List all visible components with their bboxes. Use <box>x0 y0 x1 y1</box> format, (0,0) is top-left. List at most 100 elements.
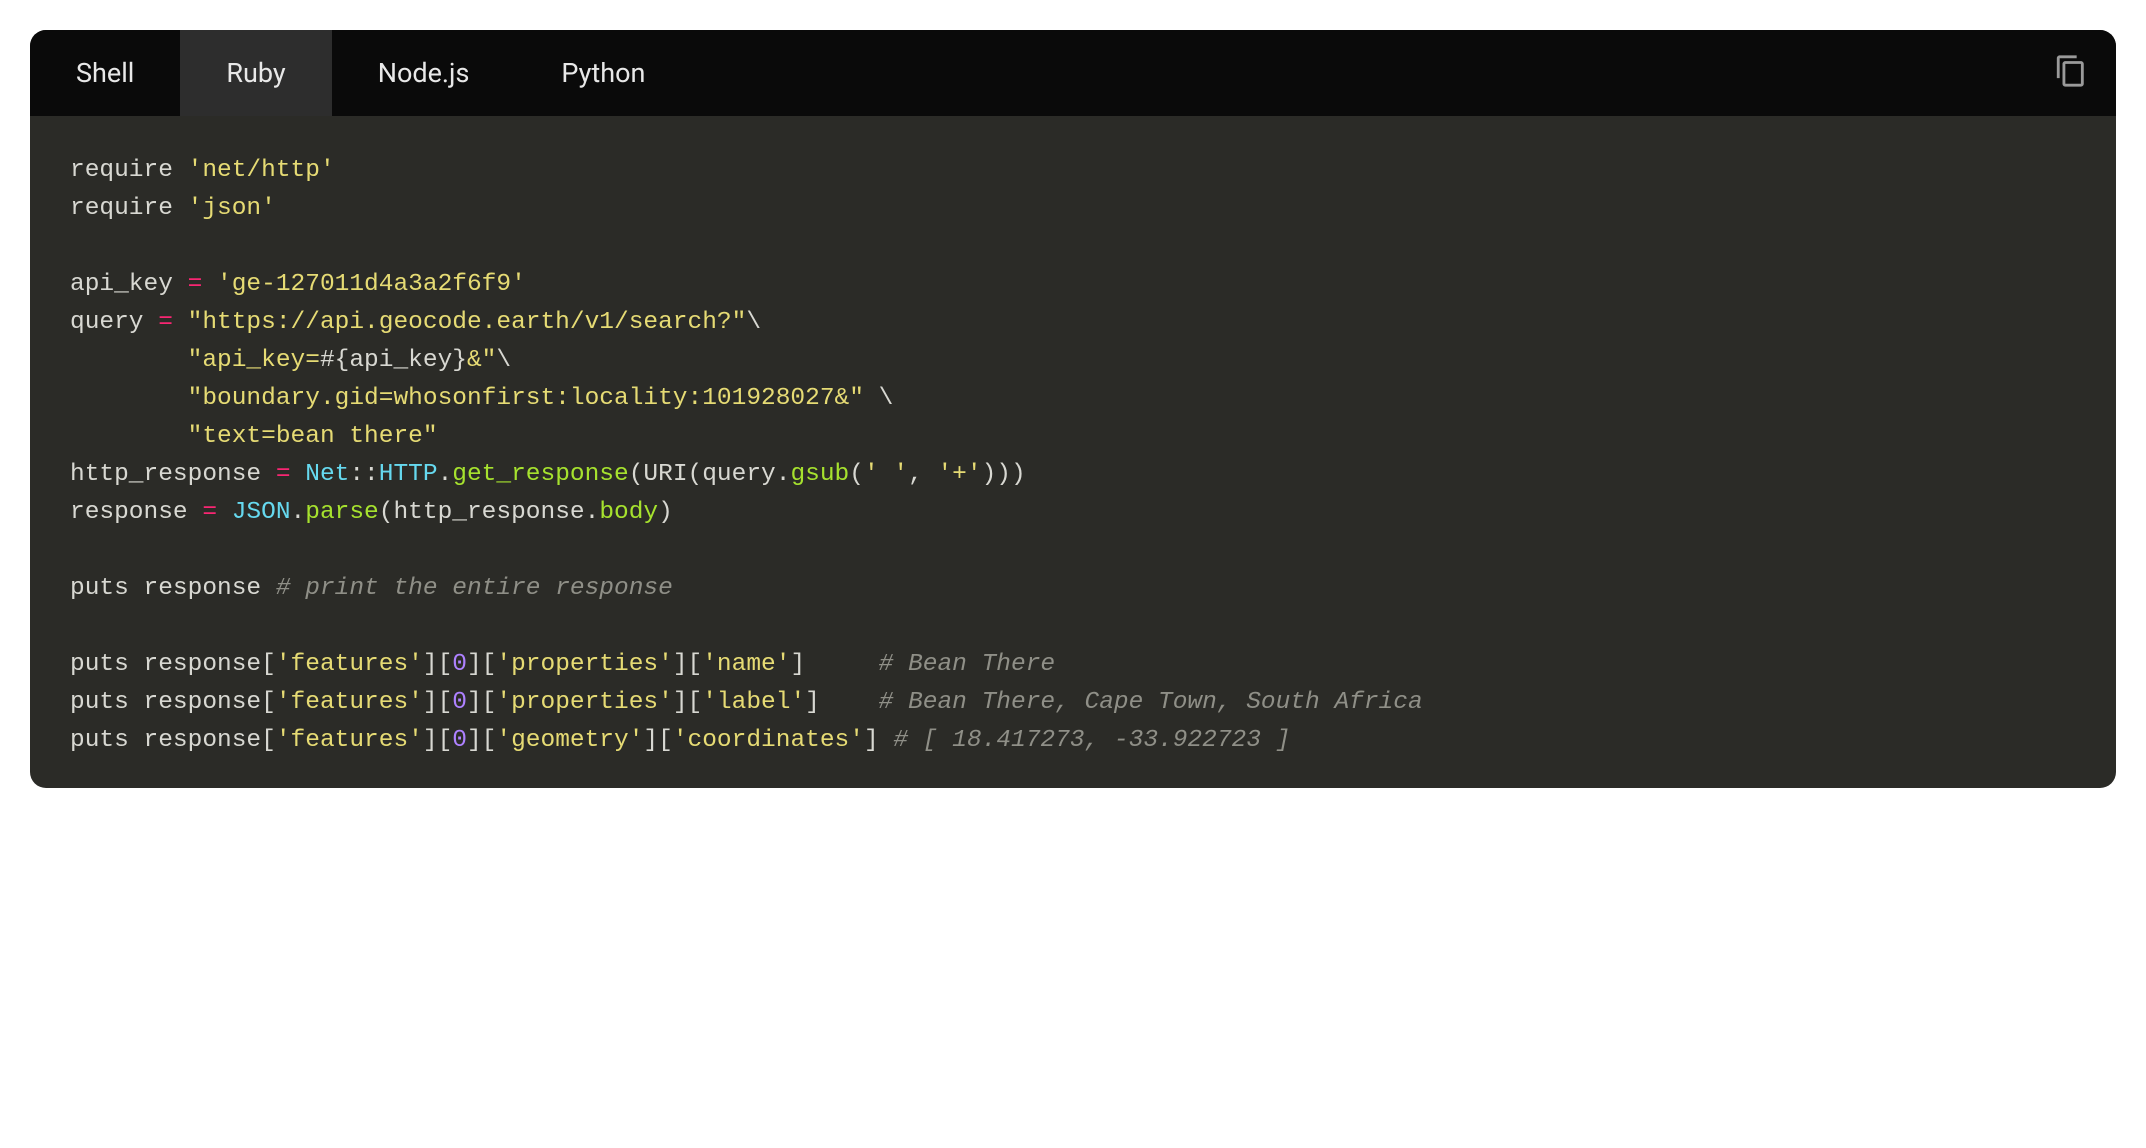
code-token: #{api_key} <box>320 347 467 374</box>
code-token: ][ <box>423 689 452 716</box>
code-token: puts response <box>70 575 276 602</box>
code-token: . <box>291 499 306 526</box>
code-token: 'features' <box>276 689 423 716</box>
code-line: require 'net/http' <box>70 157 335 184</box>
tab-label: Python <box>561 57 645 89</box>
code-token: ][ <box>423 651 452 678</box>
code-token: ][ <box>467 727 496 754</box>
code-line: "boundary.gid=whosonfirst:locality:10192… <box>70 385 893 412</box>
code-token: JSON <box>232 499 291 526</box>
code-line: "api_key=#{api_key}&"\ <box>70 347 511 374</box>
code-token: require <box>70 195 188 222</box>
code-token: query <box>70 309 158 336</box>
code-token: "boundary.gid=whosonfirst:locality:10192… <box>188 385 864 412</box>
code-token: :: <box>349 461 378 488</box>
code-token: parse <box>305 499 379 526</box>
code-line: require 'json' <box>70 195 276 222</box>
tab-label: Ruby <box>226 57 285 89</box>
code-token: '+' <box>937 461 981 488</box>
code-token: 'label' <box>702 689 805 716</box>
code-token: = <box>158 309 173 336</box>
code-area[interactable]: require 'net/http' require 'json' api_ke… <box>30 116 2116 788</box>
code-token: ][ <box>467 689 496 716</box>
code-token: get_response <box>452 461 628 488</box>
code-line: query = "https://api.geocode.earth/v1/se… <box>70 309 761 336</box>
code-token: 0 <box>452 689 467 716</box>
code-token: # print the entire response <box>276 575 673 602</box>
code-token: # Bean There <box>879 651 1055 678</box>
code-token: gsub <box>790 461 849 488</box>
code-token <box>70 385 188 412</box>
tab-shell[interactable]: Shell <box>30 30 180 116</box>
code-token: "api_key= <box>188 347 320 374</box>
code-token <box>70 423 188 450</box>
code-token: ] <box>864 727 893 754</box>
code-line: puts response # print the entire respons… <box>70 575 673 602</box>
code-token: puts response[ <box>70 689 276 716</box>
code-token: response <box>70 499 202 526</box>
code-token: ] <box>790 651 878 678</box>
code-token: puts response[ <box>70 727 276 754</box>
code-token: ][ <box>423 727 452 754</box>
tab-bar: Shell Ruby Node.js Python <box>30 30 2116 116</box>
code-line: puts response['features'][0]['properties… <box>70 651 1055 678</box>
code-token: (URI(query. <box>629 461 791 488</box>
code-token: ][ <box>467 651 496 678</box>
code-token: "https://api.geocode.earth/v1/search?" <box>188 309 747 336</box>
code-token <box>291 461 306 488</box>
code-token: http_response <box>70 461 276 488</box>
copy-button[interactable] <box>2054 54 2088 92</box>
tab-python[interactable]: Python <box>515 30 691 116</box>
code-block: Shell Ruby Node.js Python require 'net/h… <box>30 30 2116 788</box>
code-token: ][ <box>643 727 672 754</box>
code-token: require <box>70 157 188 184</box>
tab-label: Node.js <box>378 57 470 89</box>
code-token: 'name' <box>702 651 790 678</box>
code-token: puts response[ <box>70 651 276 678</box>
code-token: (http_response. <box>379 499 600 526</box>
code-token: ' ' <box>864 461 908 488</box>
code-token: ] <box>805 689 879 716</box>
code-token: 'features' <box>276 727 423 754</box>
code-token: ][ <box>673 689 702 716</box>
code-line: "text=bean there" <box>70 423 438 450</box>
code-token: body <box>599 499 658 526</box>
code-token <box>202 271 217 298</box>
code-token: 'ge-127011d4a3a2f6f9' <box>217 271 526 298</box>
code-line: puts response['features'][0]['geometry']… <box>70 727 1290 754</box>
code-token: # Bean There, Cape Town, South Africa <box>879 689 1423 716</box>
tab-ruby[interactable]: Ruby <box>180 30 331 116</box>
code-token: = <box>188 271 203 298</box>
code-token: 'net/http' <box>188 157 335 184</box>
code-token: \ <box>496 347 511 374</box>
code-token: &" <box>467 347 496 374</box>
copy-icon <box>2054 73 2088 92</box>
tab-nodejs[interactable]: Node.js <box>332 30 516 116</box>
code-token <box>70 347 188 374</box>
code-token: "text=bean there" <box>188 423 438 450</box>
code-token: ( <box>849 461 864 488</box>
code-token: 'coordinates' <box>673 727 864 754</box>
code-token: HTTP <box>379 461 438 488</box>
code-token: , <box>908 461 937 488</box>
code-token: 'geometry' <box>496 727 643 754</box>
code-token: 'features' <box>276 651 423 678</box>
code-line: puts response['features'][0]['properties… <box>70 689 1423 716</box>
tab-label: Shell <box>76 57 134 89</box>
code-line: api_key = 'ge-127011d4a3a2f6f9' <box>70 271 526 298</box>
code-token: = <box>276 461 291 488</box>
code-token: 0 <box>452 651 467 678</box>
code-token <box>173 309 188 336</box>
code-token: 0 <box>452 727 467 754</box>
code-line: http_response = Net::HTTP.get_response(U… <box>70 461 1026 488</box>
code-token: = <box>202 499 217 526</box>
code-token: # [ 18.417273, -33.922723 ] <box>893 727 1290 754</box>
code-token: Net <box>305 461 349 488</box>
code-token: 'json' <box>188 195 276 222</box>
code-token: . <box>438 461 453 488</box>
code-token: 'properties' <box>496 689 672 716</box>
code-token: \ <box>746 309 761 336</box>
code-token: \ <box>864 385 893 412</box>
code-line: response = JSON.parse(http_response.body… <box>70 499 673 526</box>
code-token: api_key <box>70 271 188 298</box>
